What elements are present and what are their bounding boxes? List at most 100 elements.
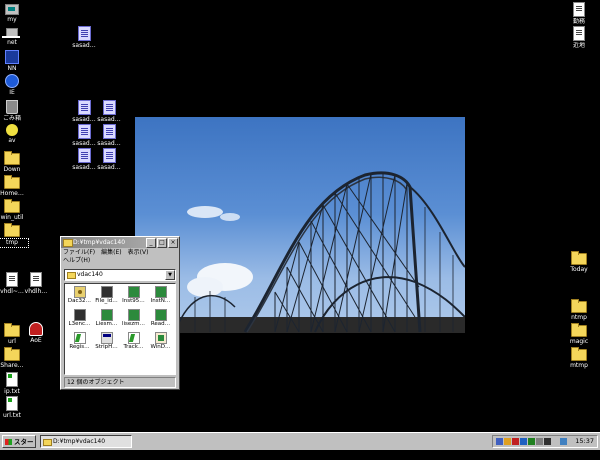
system-tray: 15:37 — [492, 435, 598, 448]
folder-icon — [4, 199, 20, 213]
file-item[interactable]: lisezm… — [120, 309, 147, 332]
address-value: vdac140 — [77, 271, 103, 278]
tray-icon[interactable] — [496, 438, 503, 445]
explorer-window[interactable]: D:¥tmp¥vdac140 _ □ × ファイル(F) 編集(E) 表示(V)… — [60, 236, 180, 390]
tray-icon[interactable] — [520, 438, 527, 445]
clock[interactable]: 15:37 — [575, 436, 594, 447]
folder-icon — [43, 439, 52, 446]
desktop-icon-label: av — [8, 137, 16, 144]
sasad-file-icon — [102, 148, 116, 163]
file-item[interactable]: InstN… — [147, 286, 174, 309]
file-item[interactable]: File_id… — [93, 286, 120, 309]
desktop-icon[interactable]: 近地 — [562, 26, 596, 50]
chevron-down-icon[interactable]: ▼ — [165, 270, 175, 280]
desktop-icon[interactable]: AoE — [19, 322, 53, 345]
tray-icon[interactable] — [512, 438, 519, 445]
start-button[interactable]: スタート — [2, 435, 36, 458]
desktop-icon-label: Home… — [0, 190, 24, 197]
menu-bar: ファイル(F) 編集(E) 表示(V) ヘルプ(H) — [61, 248, 179, 266]
folder-icon — [63, 239, 73, 247]
folder-icon — [571, 323, 587, 337]
desktop-icon[interactable]: Share… — [0, 346, 29, 370]
windows-logo-icon — [5, 439, 12, 445]
desktop-icon[interactable]: sasad… — [67, 26, 101, 50]
desktop-icon[interactable]: sasad… — [92, 100, 126, 124]
desktop-icon[interactable]: tmp — [0, 222, 29, 248]
desktop-icon[interactable]: sasad… — [92, 124, 126, 148]
folder-icon — [571, 251, 587, 265]
desktop-icon-label: sasad… — [97, 116, 121, 123]
file-item[interactable]: L3enc… — [66, 309, 93, 332]
maximize-button[interactable]: □ — [157, 238, 167, 248]
network-icon — [2, 28, 20, 38]
menu-file[interactable]: ファイル(F) — [63, 249, 95, 257]
folder-icon — [4, 223, 20, 237]
desktop-icon-label: sasad… — [72, 42, 96, 49]
desktop-icon-label: ごみ箱 — [2, 115, 21, 122]
desktop-icon-label: Share… — [0, 362, 24, 369]
desktop-icon-label: sasad… — [97, 140, 121, 147]
desktop-icon-label: Today — [570, 266, 588, 273]
desktop-icon[interactable]: mtmp — [562, 346, 596, 370]
tray-icon[interactable] — [560, 438, 567, 445]
start-label: スタート — [14, 438, 34, 458]
file-item[interactable]: WinD… — [147, 332, 174, 355]
tray-icon[interactable] — [544, 438, 551, 445]
file-item[interactable]: Dac32… — [66, 286, 93, 309]
desktop-icon[interactable]: sasad… — [92, 148, 126, 172]
desktop-icon-label: vhdlh… — [24, 288, 48, 295]
desktop-icon[interactable]: my — [0, 2, 29, 24]
sasad-file-icon — [77, 148, 91, 163]
file-item[interactable]: Read… — [147, 309, 174, 332]
desktop-icon[interactable]: ntmp — [562, 298, 596, 322]
file-item[interactable]: Regis… — [66, 332, 93, 355]
desktop-icon[interactable]: url.txt — [0, 396, 29, 420]
file-item[interactable]: Liesm… — [93, 309, 120, 332]
desktop-icon[interactable]: av — [0, 124, 29, 145]
desktop-icon-label: Down — [3, 166, 21, 173]
file-item-label: StripH… — [95, 344, 118, 350]
folder-icon — [4, 151, 20, 165]
status-bar: 12 個のオブジェクト — [64, 377, 176, 388]
text-file-icon — [6, 372, 18, 387]
desktop-icon[interactable]: vhdlh… — [19, 272, 53, 296]
desktop-icon[interactable]: Down — [0, 150, 29, 174]
taskbar-item-explorer[interactable]: D:¥tmp¥vdac140 — [40, 435, 132, 448]
installer-icon — [154, 309, 167, 321]
desktop-icon[interactable]: 勤務 — [562, 2, 596, 26]
folder-icon — [571, 299, 587, 313]
ie-icon — [5, 74, 19, 88]
desktop-icon[interactable]: net — [0, 26, 29, 47]
tray-icon[interactable] — [528, 438, 535, 445]
address-combo[interactable]: vdac140 ▼ — [64, 269, 176, 281]
installer-icon — [100, 309, 113, 321]
sasad-file-icon — [102, 100, 116, 115]
roller-coaster-illustration — [135, 171, 465, 333]
desktop-icon[interactable]: NN — [0, 50, 29, 73]
close-button[interactable]: × — [168, 238, 178, 248]
track-file-icon — [127, 332, 140, 344]
menu-help[interactable]: ヘルプ(H) — [63, 257, 90, 265]
desktop-icon[interactable]: win_util — [0, 198, 29, 222]
av-icon — [6, 124, 18, 136]
desktop-icon[interactable]: magic — [562, 322, 596, 346]
desktop-icon-label: net — [7, 39, 17, 46]
desktop-icon[interactable]: ごみ箱 — [0, 100, 29, 123]
tray-icon[interactable] — [536, 438, 543, 445]
file-item[interactable]: StripH… — [93, 332, 120, 355]
explorer-titlebar[interactable]: D:¥tmp¥vdac140 _ □ × — [61, 237, 179, 248]
menu-view[interactable]: 表示(V) — [128, 249, 149, 257]
document-icon — [30, 272, 42, 287]
file-item[interactable]: Inst95… — [120, 286, 147, 309]
file-item-label: Liesm… — [95, 321, 118, 327]
tray-icon[interactable] — [552, 438, 559, 445]
tray-icon[interactable] — [504, 438, 511, 445]
desktop-icon[interactable]: Home… — [0, 174, 29, 198]
desktop-icon[interactable]: Today — [562, 250, 596, 274]
menu-edit[interactable]: 編集(E) — [101, 249, 121, 257]
taskbar: スタート D:¥tmp¥vdac140 15:37 — [0, 432, 600, 458]
minimize-button[interactable]: _ — [146, 238, 156, 248]
desktop-icon[interactable]: ip.txt — [0, 372, 29, 396]
file-item[interactable]: Track… — [120, 332, 147, 355]
desktop-icon[interactable]: IE — [0, 74, 29, 97]
